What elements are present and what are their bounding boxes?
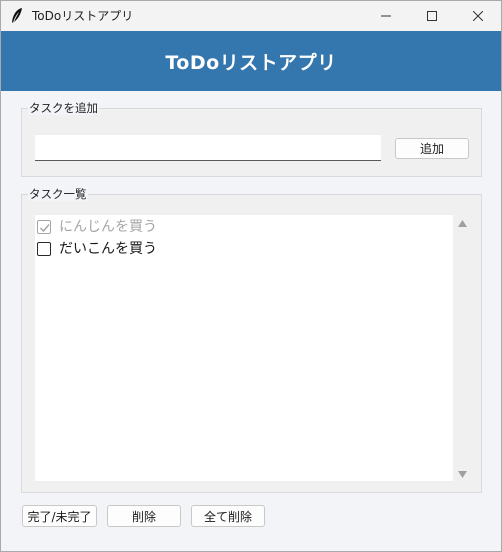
delete-all-button[interactable]: 全て削除	[191, 505, 265, 527]
task-checkbox-checked[interactable]	[37, 220, 51, 234]
checkmark-icon	[39, 224, 50, 233]
close-button[interactable]	[455, 1, 501, 31]
scroll-down-arrow-icon[interactable]	[457, 469, 468, 479]
task-list-section-label: タスク一覧	[28, 187, 88, 201]
window-title: ToDoリストアプリ	[32, 9, 134, 23]
maximize-button[interactable]	[409, 1, 455, 31]
task-list-scrollbar[interactable]	[454, 215, 471, 481]
task-item[interactable]: だいこんを買う	[37, 239, 157, 259]
title-bar[interactable]: ToDoリストアプリ	[1, 1, 501, 31]
feather-icon	[12, 8, 22, 23]
task-item[interactable]: にんじんを買う	[37, 217, 157, 237]
toggle-complete-button[interactable]: 完了/未完了	[22, 505, 97, 527]
task-input[interactable]	[35, 135, 381, 161]
add-task-section-label: タスクを追加	[28, 101, 99, 115]
task-list-section: タスク一覧 にんじんを買う だいこんを買う	[21, 187, 482, 493]
task-label: だいこんを買う	[59, 241, 157, 257]
add-button[interactable]: 追加	[395, 138, 469, 159]
task-list: にんじんを買う だいこんを買う	[35, 215, 453, 481]
add-task-section: タスクを追加 追加	[21, 101, 482, 177]
app-window: ToDoリストアプリ ToDoリストアプリ タスクを追加 追加 タスク一覧 にん…	[0, 0, 502, 552]
task-label: にんじんを買う	[59, 219, 157, 235]
scroll-up-arrow-icon[interactable]	[457, 219, 468, 229]
delete-button[interactable]: 削除	[107, 505, 181, 527]
task-checkbox[interactable]	[37, 242, 51, 256]
maximize-icon	[427, 11, 437, 21]
minimize-icon	[381, 15, 391, 17]
minimize-button[interactable]	[363, 1, 409, 31]
page-title: ToDoリストアプリ	[165, 51, 337, 74]
app-header: ToDoリストアプリ	[1, 31, 501, 91]
close-icon	[473, 11, 483, 21]
